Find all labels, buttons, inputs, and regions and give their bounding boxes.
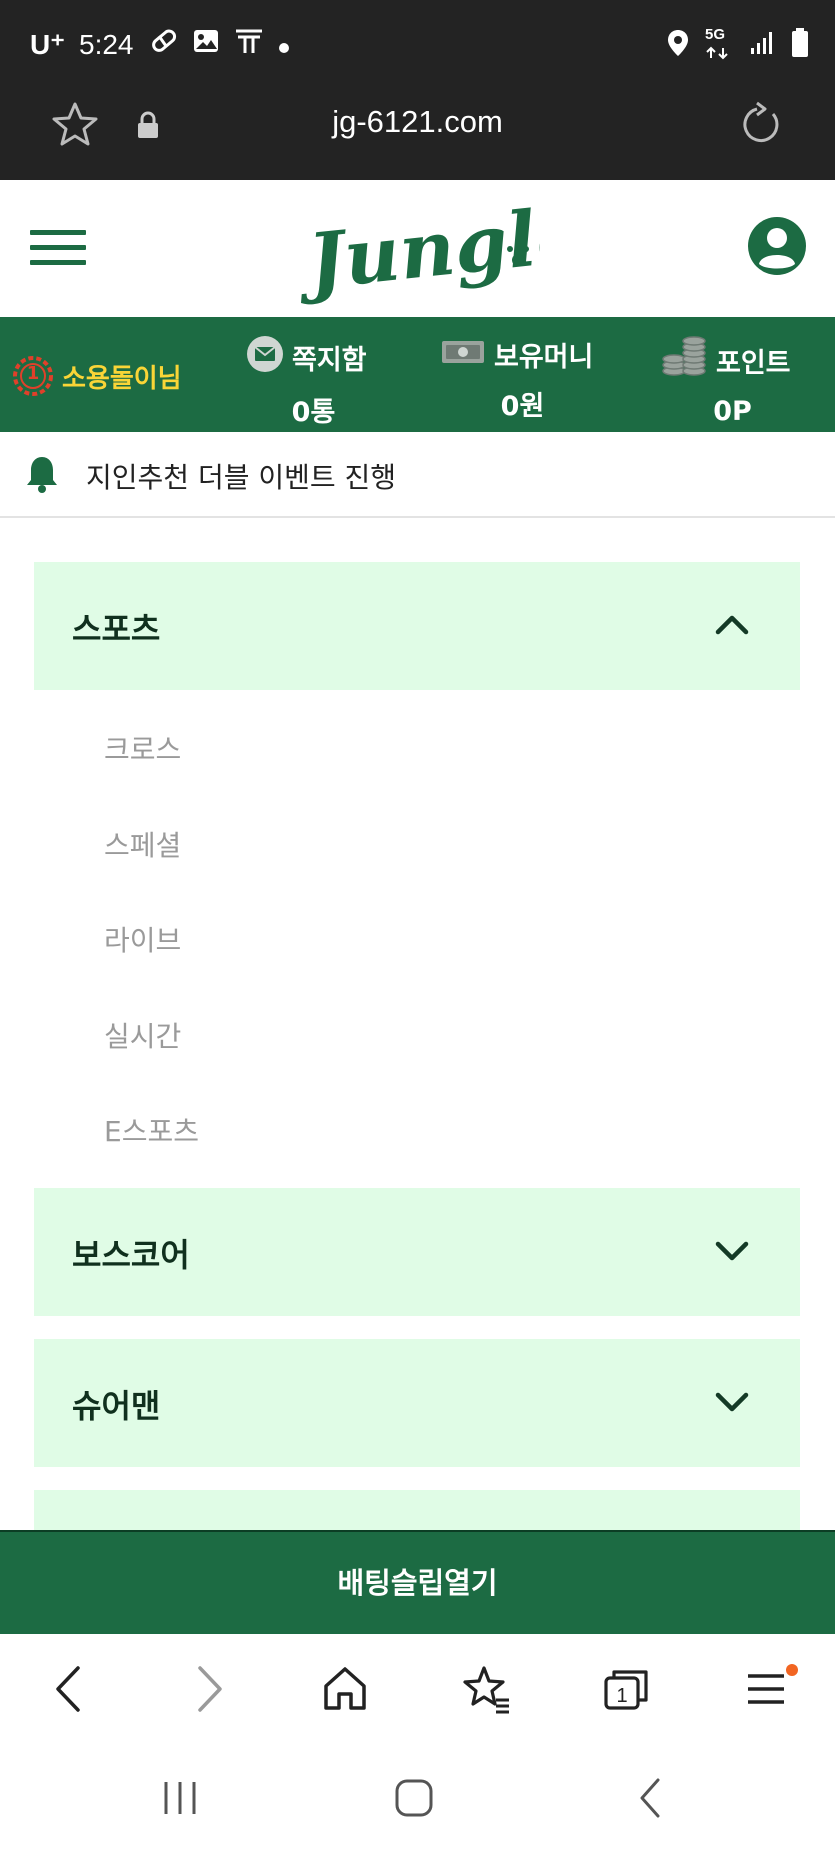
battery-icon bbox=[791, 28, 809, 62]
hamburger-menu-button[interactable] bbox=[30, 230, 86, 270]
android-back-icon[interactable] bbox=[630, 1778, 670, 1822]
image-icon bbox=[192, 27, 220, 62]
sports-item-special[interactable]: 스페셜 bbox=[104, 824, 181, 864]
menu-section-sports[interactable]: 스포츠 bbox=[34, 562, 800, 690]
carrier-label: U⁺ bbox=[30, 29, 65, 60]
menu-section-boscore[interactable]: 보스코어 bbox=[34, 1188, 800, 1316]
hamburger-line bbox=[30, 245, 86, 250]
svg-text:1: 1 bbox=[616, 1685, 627, 1707]
coins-icon bbox=[660, 335, 708, 386]
stat-value: 0P bbox=[713, 396, 752, 427]
android-nav-bar bbox=[0, 1744, 835, 1856]
browser-menu-icon[interactable] bbox=[744, 1664, 800, 1718]
stat-messages[interactable]: 쪽지함 0통 bbox=[246, 335, 381, 429]
section-title: 슈어맨 bbox=[72, 1387, 161, 1425]
menu-section-sureman[interactable]: 슈어맨 bbox=[34, 1339, 800, 1467]
browser-toolbar: 1 bbox=[0, 1634, 835, 1744]
user-profile-icon[interactable] bbox=[747, 216, 807, 280]
home-icon[interactable] bbox=[322, 1664, 368, 1718]
stat-points[interactable]: 포인트 0P bbox=[660, 335, 805, 427]
network-5g-icon: 5G bbox=[705, 26, 733, 60]
jungle-logo[interactable]: Jungle bbox=[292, 189, 589, 314]
notification-dot-icon bbox=[786, 1664, 798, 1676]
chevron-down-icon bbox=[714, 1383, 750, 1423]
menu-section-partial[interactable] bbox=[34, 1490, 800, 1530]
level-badge-number: 1 bbox=[26, 363, 40, 384]
stat-label: 쪽지함 bbox=[292, 345, 367, 376]
url-field[interactable]: jg-6121.com bbox=[0, 104, 835, 140]
sports-item-realtime[interactable]: 실시간 bbox=[104, 1015, 181, 1055]
sports-item-cross[interactable]: 크로스 bbox=[104, 728, 181, 768]
location-icon bbox=[667, 29, 689, 61]
android-home-icon[interactable] bbox=[394, 1778, 434, 1822]
pill-icon bbox=[148, 26, 178, 63]
sports-item-live[interactable]: 라이브 bbox=[104, 919, 181, 959]
stat-label: 보유머니 bbox=[494, 342, 594, 373]
browser-url-bar: jg-6121.com bbox=[0, 90, 835, 180]
hamburger-line bbox=[30, 260, 86, 265]
network-label: 5G bbox=[705, 26, 726, 43]
stat-value: 0통 bbox=[291, 397, 336, 428]
status-right: 5G bbox=[667, 26, 809, 62]
cash-icon bbox=[440, 336, 486, 373]
status-bar: U⁺ 5:24 5G bbox=[0, 0, 835, 90]
status-left: U⁺ 5:24 bbox=[30, 26, 290, 63]
stat-value: 0원 bbox=[500, 391, 545, 422]
logo-text: Jungle bbox=[300, 190, 540, 308]
user-level-block[interactable]: 1 소용돌이님 bbox=[12, 355, 182, 397]
forward-icon[interactable] bbox=[190, 1664, 230, 1718]
bell-icon bbox=[24, 454, 60, 498]
reload-icon[interactable] bbox=[735, 100, 785, 154]
tt-app-icon bbox=[234, 27, 264, 62]
section-title: 스포츠 bbox=[72, 610, 161, 648]
level-badge-icon: 1 bbox=[12, 355, 54, 397]
notice-banner[interactable]: 지인추천 더블 이벤트 진행 bbox=[0, 432, 835, 518]
hamburger-line bbox=[30, 230, 86, 235]
section-title: 보스코어 bbox=[72, 1236, 190, 1274]
chevron-down-icon bbox=[714, 1232, 750, 1272]
notice-text: 지인추천 더블 이벤트 진행 bbox=[86, 461, 397, 494]
envelope-icon bbox=[246, 335, 284, 380]
signal-icon bbox=[749, 30, 775, 60]
open-betting-slip-button[interactable]: 배팅슬립열기 bbox=[0, 1530, 835, 1634]
clock: 5:24 bbox=[79, 28, 134, 60]
stat-label: 포인트 bbox=[716, 348, 791, 379]
chevron-up-icon bbox=[714, 606, 750, 646]
recent-apps-icon[interactable] bbox=[160, 1778, 200, 1822]
bookmarks-icon[interactable] bbox=[462, 1664, 512, 1718]
stat-money[interactable]: 보유머니 0원 bbox=[440, 335, 605, 423]
more-notifications-dot-icon bbox=[278, 29, 290, 61]
back-icon[interactable] bbox=[48, 1664, 88, 1718]
user-info-bar: 1 소용돌이님 쪽지함 0통 보유머니 0원 포인트 0P bbox=[0, 317, 835, 432]
username: 소용돌이님 bbox=[62, 363, 182, 394]
sports-item-esports[interactable]: E스포츠 bbox=[104, 1110, 199, 1150]
site-header: Jungle bbox=[0, 180, 835, 317]
tabs-icon[interactable]: 1 bbox=[602, 1664, 650, 1718]
